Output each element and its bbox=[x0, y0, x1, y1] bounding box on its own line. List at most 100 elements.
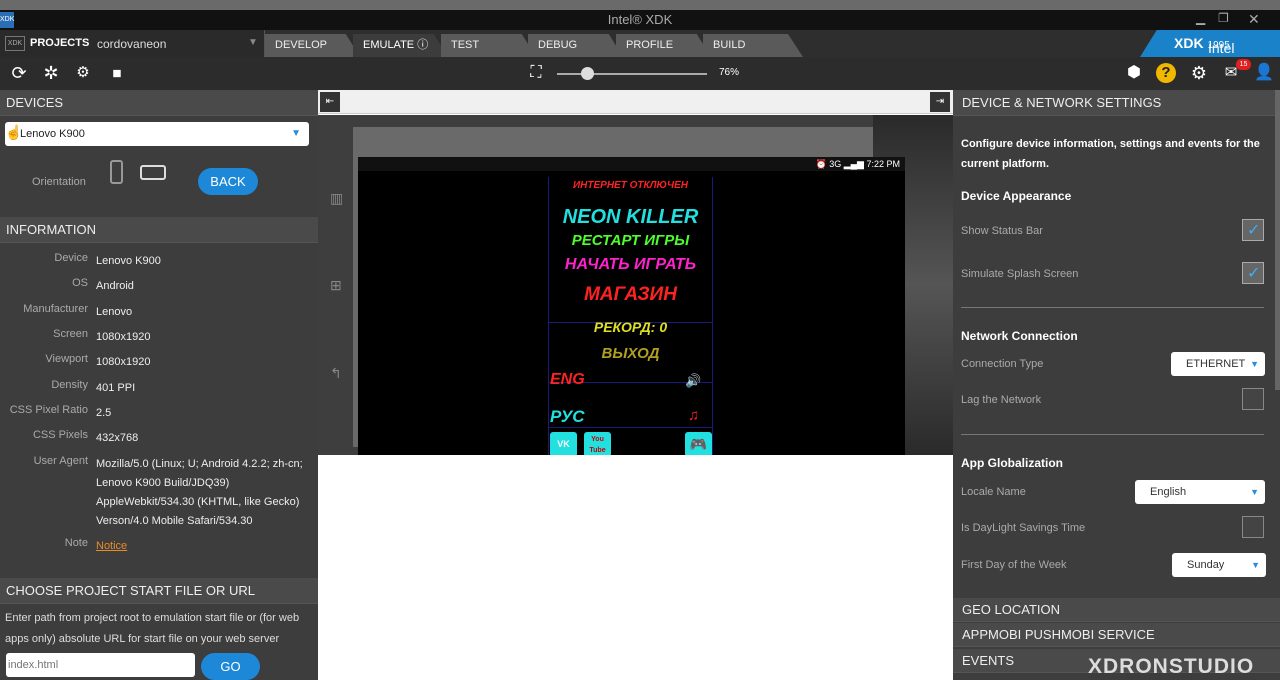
back-arrow-icon[interactable]: ↰ bbox=[330, 365, 342, 382]
geo-location-section[interactable]: GEO LOCATION bbox=[953, 598, 1280, 622]
devices-header[interactable]: DEVICES bbox=[0, 90, 318, 116]
info-key: CSS Pixels bbox=[32, 429, 88, 441]
close-icon[interactable]: ✕ bbox=[1248, 11, 1260, 28]
brand-text: Intel XDK 1995 bbox=[1174, 35, 1234, 56]
info-key: Note bbox=[64, 537, 88, 549]
xdk-icon: XDK bbox=[5, 36, 25, 51]
menu-icon[interactable]: ▥ bbox=[330, 190, 343, 207]
zoom-slider[interactable] bbox=[557, 73, 707, 75]
info-key: Viewport bbox=[45, 353, 88, 365]
home-icon[interactable]: ⊞ bbox=[330, 277, 342, 294]
chevron-down-icon: ▼ bbox=[1251, 560, 1260, 570]
scrollbar[interactable] bbox=[1275, 90, 1280, 390]
device-status-bar: ⏰ 3G ▂▄▆ 7:22 PM bbox=[358, 157, 905, 171]
fit-screen-icon[interactable]: ⛶ bbox=[526, 63, 546, 83]
info-value: 1080x1920 bbox=[96, 331, 151, 343]
device-select[interactable]: Lenovo K900 ▼ bbox=[5, 122, 309, 146]
collapse-right-icon[interactable]: ⇥ bbox=[930, 92, 950, 112]
lag-network-checkbox[interactable] bbox=[1242, 388, 1264, 410]
youtube-icon[interactable]: You Tube bbox=[584, 432, 611, 457]
back-button[interactable]: BACK bbox=[198, 168, 258, 195]
connection-type-select[interactable]: ETHERNET ▼ bbox=[1171, 352, 1265, 376]
info-key: Density bbox=[51, 379, 88, 391]
tab-develop[interactable]: DEVELOP bbox=[265, 34, 360, 57]
restart-button[interactable]: РЕСТАРТ ИГРЫ bbox=[548, 232, 713, 249]
go-button[interactable]: GO bbox=[201, 653, 260, 680]
console-area bbox=[318, 455, 953, 680]
stop-icon[interactable]: ⏹ bbox=[107, 63, 127, 83]
eng-button[interactable]: ENG bbox=[550, 371, 585, 389]
reload-icon[interactable]: ⟳ bbox=[9, 63, 29, 83]
information-header[interactable]: INFORMATION bbox=[0, 217, 318, 243]
music-icon[interactable]: ♫ bbox=[688, 407, 699, 424]
portrait-icon[interactable] bbox=[110, 160, 123, 184]
show-status-bar-checkbox[interactable] bbox=[1242, 219, 1264, 241]
start-file-description: Enter path from project root to emulatio… bbox=[5, 612, 300, 645]
info-key: Device bbox=[54, 252, 88, 264]
game-menu: ИНТЕРНЕТ ОТКЛЮЧЕН NEON KILLER РЕСТАРТ ИГ… bbox=[548, 177, 713, 467]
chevron-down-icon[interactable]: ▼ bbox=[248, 37, 258, 48]
info-value: 401 PPI bbox=[96, 382, 136, 394]
settings-body: Configure device information, settings a… bbox=[953, 116, 1280, 598]
collapse-left-icon[interactable]: ⇤ bbox=[320, 92, 340, 112]
zoom-slider-handle[interactable] bbox=[581, 67, 594, 80]
pushmobi-section[interactable]: APPMOBI PUSHMOBI SERVICE bbox=[953, 623, 1280, 647]
settings-header[interactable]: DEVICE & NETWORK SETTINGS bbox=[953, 90, 1280, 116]
simulate-splash-checkbox[interactable] bbox=[1242, 262, 1264, 284]
start-file-header[interactable]: CHOOSE PROJECT START FILE OR URL bbox=[0, 578, 318, 604]
zoom-value: 76% bbox=[719, 67, 740, 78]
exit-button[interactable]: ВЫХОД bbox=[548, 345, 713, 362]
tab-emulate[interactable]: EMULATE ⓘ bbox=[353, 34, 448, 57]
tab-debug[interactable]: DEBUG bbox=[528, 34, 623, 57]
user-icon[interactable]: 👤 bbox=[1254, 63, 1274, 83]
first-day-select[interactable]: Sunday ▼ bbox=[1172, 553, 1266, 577]
connection-type-value: ETHERNET bbox=[1186, 358, 1246, 370]
information-section: INFORMATION Device Lenovo K900 OS Android … bbox=[0, 217, 318, 552]
record-text: РЕКОРД: 0 bbox=[593, 319, 668, 335]
minimize-icon[interactable]: ▁ bbox=[1196, 11, 1205, 25]
chevron-down-icon: ▼ bbox=[291, 128, 301, 139]
start-file-input[interactable] bbox=[6, 653, 195, 677]
shop-button[interactable]: МАГАЗИН bbox=[548, 284, 713, 306]
info-value: 432x768 bbox=[96, 432, 139, 444]
divider bbox=[961, 307, 1264, 308]
tab-profile[interactable]: PROFILE bbox=[616, 34, 711, 57]
chevron-down-icon: ▼ bbox=[1250, 487, 1259, 497]
note-link[interactable]: Notice bbox=[96, 537, 312, 556]
tab-build[interactable]: BUILD bbox=[703, 34, 803, 57]
right-panel: DEVICE & NETWORK SETTINGS Configure devi… bbox=[953, 90, 1280, 680]
package-icon[interactable]: ⬢ bbox=[1124, 63, 1144, 83]
rus-button[interactable]: РУС bbox=[550, 407, 584, 427]
sound-icon[interactable]: 🔊 bbox=[685, 373, 701, 389]
tab-test[interactable]: TEST bbox=[441, 34, 536, 57]
vk-icon[interactable]: VK bbox=[550, 432, 577, 457]
lag-network-label: Lag the Network bbox=[961, 394, 1042, 406]
projects-label: PROJECTS bbox=[30, 37, 90, 49]
title-bar: XDK Intel® XDK ▁ ❐ ✕ bbox=[0, 0, 1280, 30]
brand-name: Intel bbox=[1208, 40, 1235, 56]
left-panel: DEVICES Lenovo K900 ▼ ☝ Orientation BACK … bbox=[0, 90, 318, 680]
gear-icon[interactable]: ⚙ bbox=[1189, 63, 1209, 83]
landscape-icon[interactable] bbox=[140, 165, 166, 180]
app-globalization-heading: App Globalization bbox=[961, 456, 1063, 470]
info-key: Screen bbox=[53, 328, 88, 340]
info-value: Lenovo bbox=[96, 306, 133, 318]
projects-selector[interactable]: XDK PROJECTS cordovaneon ▼ bbox=[0, 30, 265, 57]
simulate-splash-label: Simulate Splash Screen bbox=[961, 268, 1079, 280]
start-game-button[interactable]: НАЧАТЬ ИГРАТЬ bbox=[548, 256, 713, 274]
gamepad-icon[interactable]: 🎮 bbox=[685, 432, 712, 457]
notification-badge: 15 bbox=[1236, 59, 1251, 70]
chevron-down-icon: ▼ bbox=[1250, 359, 1259, 369]
window-title: Intel® XDK bbox=[607, 12, 673, 27]
info-value: Lenovo K900 bbox=[96, 255, 161, 267]
info-value: Android bbox=[96, 280, 134, 292]
dst-checkbox[interactable] bbox=[1242, 516, 1264, 538]
signal-icon: ▂▄▆ bbox=[843, 159, 864, 169]
debug-settings-icon[interactable]: ⚙ bbox=[73, 63, 93, 83]
tab-label: EMULATE bbox=[363, 39, 415, 51]
help-icon[interactable]: ? bbox=[1156, 63, 1176, 83]
device-appearance-heading: Device Appearance bbox=[961, 189, 1072, 203]
bug-icon[interactable]: ✲ bbox=[41, 63, 61, 83]
maximize-icon[interactable]: ❐ bbox=[1218, 11, 1229, 25]
locale-select[interactable]: English ▼ bbox=[1135, 480, 1265, 504]
